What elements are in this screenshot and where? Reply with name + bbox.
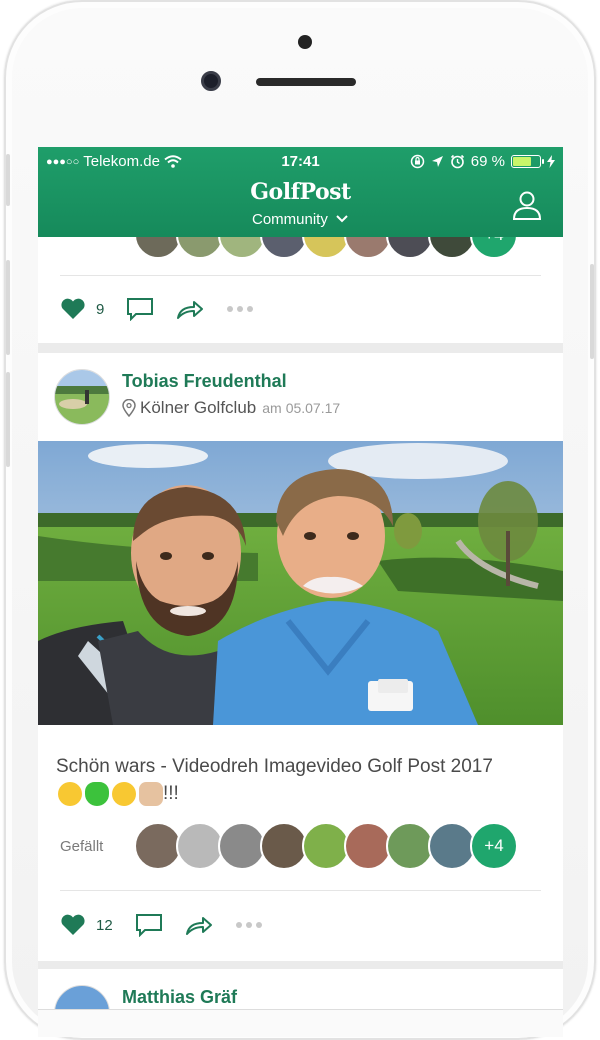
post-actions: 12 (60, 913, 285, 937)
more-icon (235, 922, 262, 928)
lock-rotation-icon (410, 154, 425, 169)
like-button[interactable]: 9 (60, 298, 104, 320)
avatar[interactable] (344, 822, 392, 870)
more-button[interactable] (235, 921, 263, 929)
location-pin-icon (122, 399, 136, 417)
heart-icon (61, 914, 85, 935)
author-avatar-image (55, 370, 109, 424)
sunglasses-emoji (112, 781, 136, 806)
section-dropdown[interactable]: Community (38, 211, 563, 228)
green-heart-emoji (85, 781, 109, 806)
prev-post-card: +4 9 (38, 211, 563, 343)
comment-icon (127, 298, 154, 321)
post-caption: Schön wars - Videodreh Imagevideo Golf P… (56, 753, 536, 807)
share-icon (185, 917, 212, 935)
post-header[interactable]: Tobias Freudenthal Kölner Golfclub am 05… (54, 369, 340, 425)
divider (60, 890, 541, 891)
avatar[interactable] (218, 822, 266, 870)
earpiece-speaker (256, 78, 356, 86)
share-button[interactable] (185, 914, 213, 936)
avatar[interactable] (134, 822, 182, 870)
thumbs-up-emoji (139, 781, 163, 806)
volume-down-button (6, 372, 10, 467)
volume-up-button (6, 260, 10, 355)
post-date-prefix: am (262, 400, 282, 416)
avatar[interactable] (176, 822, 224, 870)
comment-button[interactable] (135, 913, 163, 937)
author-name[interactable]: Matthias Gräf (122, 987, 237, 1008)
like-count: 12 (96, 916, 113, 934)
golfpost-logo[interactable]: GolfPost (38, 179, 563, 205)
share-icon (177, 301, 204, 319)
heart-eyes-emoji (58, 781, 82, 806)
battery-percent: 69 % (470, 153, 505, 170)
chevron-down-icon (336, 215, 348, 223)
location-name: Kölner Golfclub (140, 398, 257, 417)
mute-switch (6, 154, 10, 206)
post-photo[interactable] (38, 441, 563, 725)
caption-text: Schön wars - Videodreh Imagevideo Golf P… (56, 756, 493, 777)
divider (60, 275, 541, 276)
more-likers-badge[interactable]: +4 (470, 822, 518, 870)
like-count: 9 (96, 300, 105, 318)
bottom-tab-bar (38, 1009, 563, 1037)
front-camera (201, 71, 221, 91)
more-icon (227, 306, 254, 312)
app-screen: ●●●○○ Telekom.de 17:41 69 % GolfPost Com… (38, 147, 563, 1037)
avatar[interactable] (302, 822, 350, 870)
comment-button[interactable] (126, 297, 154, 321)
post-likes-row[interactable]: Gefällt +4 (60, 822, 518, 870)
author-name[interactable]: Tobias Freudenthal (122, 371, 340, 392)
power-button (590, 264, 594, 359)
more-button[interactable] (226, 305, 254, 313)
post-location[interactable]: Kölner Golfclub am 05.07.17 (122, 398, 340, 418)
caption-suffix: !!! (163, 783, 179, 804)
alarm-icon (450, 154, 464, 169)
avatar[interactable] (428, 822, 476, 870)
section-label: Community (251, 211, 328, 228)
app-header: ●●●○○ Telekom.de 17:41 69 % GolfPost Com… (38, 147, 563, 237)
likes-label: Gefällt (60, 837, 104, 855)
comment-icon (135, 914, 162, 937)
prev-post-actions: 9 (60, 297, 276, 321)
selfie-photo (38, 441, 563, 725)
post-card: Tobias Freudenthal Kölner Golfclub am 05… (38, 353, 563, 961)
proximity-sensor (298, 35, 312, 49)
user-icon[interactable] (511, 189, 543, 221)
post-date: 05.07.17 (285, 400, 341, 416)
like-button[interactable]: 12 (60, 914, 113, 936)
charging-icon (547, 155, 555, 168)
location-arrow-icon (431, 156, 443, 167)
avatar[interactable] (260, 822, 308, 870)
heart-icon (61, 298, 85, 319)
status-bar: ●●●○○ Telekom.de 17:41 69 % (38, 151, 563, 173)
battery-icon (511, 155, 544, 168)
avatar[interactable] (386, 822, 434, 870)
author-avatar[interactable] (54, 369, 110, 425)
share-button[interactable] (176, 298, 204, 320)
